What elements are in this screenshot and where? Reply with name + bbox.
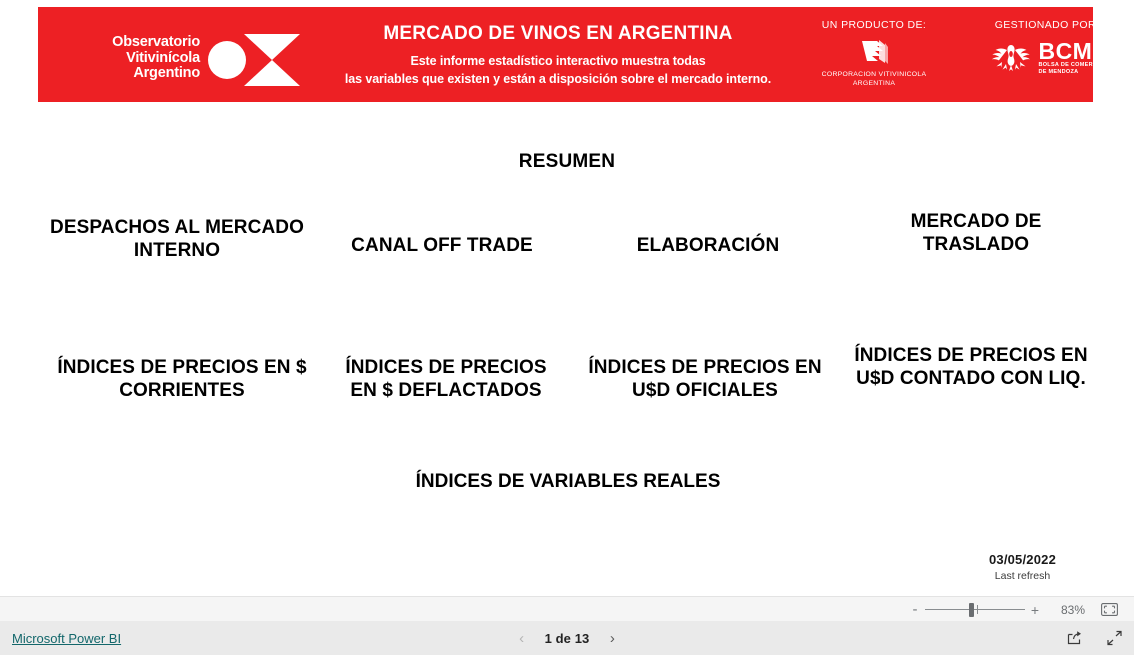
bcm-logo: BCM BOLSA DE COMERCIO DE MENDOZA [963,40,1093,76]
report-title: MERCADO DE VINOS EN ARGENTINA [383,23,733,44]
zoom-slider[interactable] [925,602,1025,617]
bcm-wordmark: BCM BOLSA DE COMERCIO DE MENDOZA [1038,40,1093,76]
cva-name: CORPORACION VITIVINICOLA ARGENTINA [822,71,927,88]
nav-item-despachos-mercado-interno[interactable]: DESPACHOS AL MERCADO INTERNO [36,216,318,262]
page-navigation: ‹ 1 de 13 › [0,630,1134,647]
fit-to-page-glyph [1100,603,1118,616]
zoom-toolbar: - + 83% [0,596,1134,623]
brand-line-3: Argentino [133,65,200,82]
bcm-letters: BCM [1038,38,1093,64]
zoom-in-button[interactable]: + [1028,603,1042,617]
observatorio-brand: Observatorio Vitivinícola Argentino [80,31,330,86]
last-refresh-label: Last refresh [994,570,1051,582]
report-subtitle-line-1: Este informe estadístico interactivo mue… [410,54,706,68]
last-refresh-date: 03/05/2022 [988,552,1057,567]
manager-credit: GESTIONADO POR: BCM BOLSA DE COMER DE ME… [963,19,1093,76]
triangle-top-shape [244,33,300,60]
cva-mark-icon [862,40,888,64]
manager-label: GESTIONADO POR: [994,19,1093,31]
page-title: RESUMEN [518,151,616,172]
zoom-level-value: 83% [1060,602,1086,617]
chevron-left-icon[interactable]: ‹ [515,630,529,647]
observatorio-brand-text: Observatorio Vitivinícola Argentino [80,35,200,82]
circle-shape [208,40,246,79]
hourglass-circle-logo-icon [208,31,316,87]
nav-item-indices-precios-pesos-deflactados[interactable]: ÍNDICES DE PRECIOS EN $ DEFLACTADOS [330,356,562,402]
zoom-slider-tick [977,604,978,614]
nav-item-indices-precios-usd-oficiales[interactable]: ÍNDICES DE PRECIOS EN U$D OFICIALES [586,356,824,402]
status-bar: Microsoft Power BI ‹ 1 de 13 › [0,621,1134,655]
chevron-right-icon[interactable]: › [605,630,619,647]
cva-logo: CORPORACION VITIVINICOLA ARGENTINA [790,38,958,88]
bcm-condor-icon [992,45,1031,71]
fit-to-page-icon[interactable] [1096,601,1122,619]
producer-label: UN PRODUCTO DE: [821,19,927,31]
report-banner: Observatorio Vitivinícola Argentino MERC… [38,7,1093,102]
nav-item-indices-de-variables-reales[interactable]: ÍNDICES DE VARIABLES REALES [400,470,736,493]
status-bar-actions [1064,628,1124,648]
zoom-slider-thumb[interactable] [969,602,974,617]
nav-item-indices-precios-pesos-corrientes[interactable]: ÍNDICES DE PRECIOS EN $ CORRIENTES [36,356,328,402]
brand-line-2: Vitivinícola [126,49,200,66]
last-refresh-block: 03/05/2022 Last refresh [920,552,1125,582]
nav-item-mercado-de-traslado[interactable]: MERCADO DE TRASLADO [860,210,1092,256]
zoom-slider-track [925,608,1025,610]
cva-name-line-2: ARGENTINA [852,79,896,87]
report-subtitle-line-2: las variables que existen y están a disp… [344,72,772,86]
bcm-sub-line-2: DE MENDOZA [1038,69,1079,75]
nav-item-indices-precios-usd-contado-con-liq[interactable]: ÍNDICES DE PRECIOS EN U$D CONTADO CON LI… [840,344,1102,390]
report-canvas: Observatorio Vitivinícola Argentino MERC… [0,0,1134,596]
nav-item-canal-off-trade[interactable]: CANAL OFF TRADE [318,234,566,257]
nav-item-elaboracion[interactable]: ELABORACIÓN [592,234,824,257]
zoom-out-button[interactable]: - [908,602,922,617]
share-glyph [1067,631,1081,645]
cva-name-line-1: CORPORACION VITIVINICOLA [821,71,927,78]
page-indicator-label: 1 de 13 [544,630,590,646]
fullscreen-icon[interactable] [1104,628,1124,648]
banner-title-block: MERCADO DE VINOS EN ARGENTINA Este infor… [338,23,778,88]
brand-line-1: Observatorio [112,34,200,51]
triangle-bottom-shape [244,59,300,86]
producer-credit: UN PRODUCTO DE: CORPORACION VITIVINICOLA… [790,19,958,88]
share-icon[interactable] [1064,628,1084,648]
fullscreen-glyph [1106,630,1122,646]
bcm-sub-line-1: BOLSA DE COMERCIO [1038,62,1093,68]
